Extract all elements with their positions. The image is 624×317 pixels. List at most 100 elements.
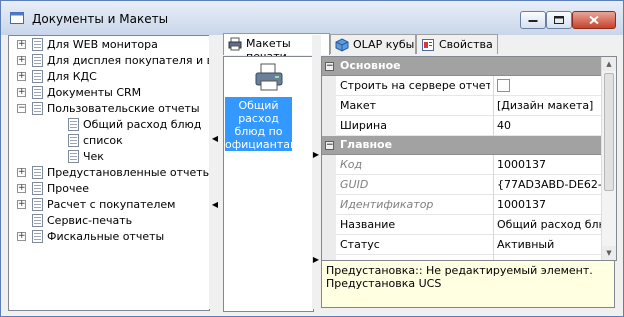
property-grid[interactable]: − Основное Строить на сервере отчетов Ма… bbox=[321, 56, 617, 261]
row-gutter bbox=[322, 195, 336, 215]
property-value[interactable]: {77AD3ABD-DE62-4 bbox=[497, 178, 601, 191]
document-icon bbox=[32, 198, 43, 211]
tree-item-label: Общий расход блюд bbox=[83, 118, 202, 131]
expand-left-arrow-icon[interactable]: ◀ bbox=[210, 200, 220, 209]
tree-item[interactable]: Чек bbox=[9, 149, 209, 165]
tree-item[interactable]: + Для КДС bbox=[9, 69, 209, 85]
document-icon bbox=[32, 54, 43, 67]
left-splitter[interactable]: ◀ ◀ bbox=[209, 35, 221, 309]
property-name: GUID bbox=[340, 178, 369, 191]
description-line-2: Предустановка UCS bbox=[326, 277, 442, 290]
maximize-icon bbox=[554, 16, 564, 24]
tree-item[interactable]: + Расчет с покупателем bbox=[9, 197, 209, 213]
expand-icon[interactable]: + bbox=[17, 184, 26, 193]
tree-item[interactable]: + Прочее bbox=[9, 181, 209, 197]
property-name: Статус bbox=[340, 238, 380, 251]
document-icon bbox=[32, 214, 43, 227]
close-button[interactable] bbox=[572, 11, 616, 29]
maximize-button[interactable] bbox=[546, 11, 572, 29]
property-row-code[interactable]: Код 1000137 bbox=[322, 155, 601, 175]
row-gutter bbox=[322, 96, 336, 116]
property-value[interactable]: Общий расход блю bbox=[497, 218, 601, 231]
property-value[interactable]: 40 bbox=[497, 119, 601, 132]
scroll-thumb[interactable] bbox=[604, 73, 614, 191]
category-general[interactable]: − Главное bbox=[322, 136, 601, 155]
tab-properties-label: Свойства bbox=[439, 38, 493, 51]
category-collapse-icon[interactable]: − bbox=[325, 141, 334, 150]
printer-large-icon bbox=[255, 63, 283, 91]
category-collapse-icon[interactable]: − bbox=[325, 62, 334, 71]
document-icon bbox=[68, 150, 79, 163]
properties-icon bbox=[422, 39, 434, 51]
property-row-build-on-server[interactable]: Строить на сервере отчетов bbox=[322, 76, 601, 96]
tree-item[interactable]: + Для WEB монитора bbox=[9, 37, 209, 53]
tree-item[interactable]: + Документы CRM bbox=[9, 85, 209, 101]
property-row-identifier[interactable]: Идентификатор 1000137 bbox=[322, 195, 601, 215]
column-divider[interactable] bbox=[493, 116, 494, 136]
expand-icon[interactable]: + bbox=[17, 56, 26, 65]
right-splitter[interactable]: ▶ ▶ bbox=[312, 35, 321, 309]
document-icon bbox=[32, 86, 43, 99]
document-tree[interactable]: + Для WEB монитора + Для дисплея покупателя… bbox=[8, 35, 210, 311]
property-row-layout[interactable]: Макет [Дизайн макета] bbox=[322, 96, 601, 116]
document-icon bbox=[32, 230, 43, 243]
report-layout-item[interactable]: Общий расход блюд по официантам bbox=[225, 59, 311, 153]
layout-catalog[interactable]: Общий расход блюд по официантам bbox=[223, 56, 314, 312]
property-value[interactable]: 1000137 bbox=[497, 158, 601, 171]
expand-icon[interactable]: + bbox=[17, 200, 26, 209]
tree-item[interactable]: + Фискальные отчеты bbox=[9, 229, 209, 245]
property-grid-scrollbar[interactable]: ▲ ▼ bbox=[601, 57, 616, 260]
tree-item[interactable]: + Для дисплея покупателя и вид bbox=[9, 53, 209, 69]
property-value[interactable]: [Дизайн макета] bbox=[497, 99, 601, 112]
property-name: Макет bbox=[340, 99, 377, 112]
column-divider[interactable] bbox=[493, 195, 494, 215]
expand-icon[interactable]: + bbox=[17, 168, 26, 177]
column-divider[interactable] bbox=[493, 96, 494, 116]
minimize-button[interactable] bbox=[520, 11, 546, 29]
tree-item[interactable]: + Предустановленные отчеты bbox=[9, 165, 209, 181]
tree-item-label: список bbox=[83, 134, 123, 147]
cube-icon bbox=[335, 38, 349, 52]
main-window: Документы и Макеты + Для WEB монитора + Для… bbox=[0, 0, 624, 317]
column-divider[interactable] bbox=[493, 155, 494, 175]
tree-item-label: Пользовательские отчеты bbox=[47, 102, 200, 115]
property-name: Код bbox=[340, 158, 363, 171]
property-name: Название bbox=[340, 218, 396, 231]
tab-bar: Макеты печати OLAP кубы Свойства bbox=[223, 33, 615, 63]
collapse-right-arrow-icon[interactable]: ▶ bbox=[311, 150, 321, 159]
tree-item-label: Чек bbox=[83, 150, 104, 163]
property-value[interactable]: 1000137 bbox=[497, 198, 601, 211]
scroll-up-icon[interactable]: ▲ bbox=[602, 57, 616, 71]
property-row-title[interactable]: Название Общий расход блю bbox=[322, 215, 601, 235]
scroll-down-icon[interactable]: ▼ bbox=[602, 246, 616, 260]
expand-icon[interactable]: + bbox=[17, 40, 26, 49]
document-icon bbox=[32, 182, 43, 195]
column-divider[interactable] bbox=[493, 215, 494, 235]
tree-item[interactable]: Общий расход блюд bbox=[9, 117, 209, 133]
build-on-server-checkbox[interactable] bbox=[497, 79, 510, 92]
tab-olap-cubes[interactable]: OLAP кубы bbox=[330, 34, 416, 54]
expand-icon[interactable]: + bbox=[17, 72, 26, 81]
title-bar[interactable]: Документы и Макеты bbox=[1, 1, 623, 35]
tree-item[interactable]: список bbox=[9, 133, 209, 149]
property-name: Идентификатор bbox=[340, 198, 434, 211]
expand-right-arrow-icon[interactable]: ▶ bbox=[311, 255, 321, 264]
window-title: Документы и Макеты bbox=[32, 12, 169, 26]
category-main[interactable]: − Основное bbox=[322, 57, 601, 76]
column-divider[interactable] bbox=[493, 76, 494, 96]
tree-item[interactable]: Сервис-печать bbox=[9, 213, 209, 229]
property-value[interactable]: Активный bbox=[497, 238, 601, 251]
property-row-status[interactable]: Статус Активный bbox=[322, 235, 601, 255]
property-row-guid[interactable]: GUID {77AD3ABD-DE62-4 bbox=[322, 175, 601, 195]
property-row-width[interactable]: Ширина 40 bbox=[322, 116, 601, 136]
column-divider[interactable] bbox=[493, 175, 494, 195]
tab-properties[interactable]: Свойства bbox=[416, 34, 498, 54]
collapse-left-arrow-icon[interactable]: ◀ bbox=[210, 134, 220, 143]
tree-item[interactable]: − Пользовательские отчеты bbox=[9, 101, 209, 117]
expand-icon[interactable]: + bbox=[17, 88, 26, 97]
expand-icon[interactable]: + bbox=[17, 232, 26, 241]
row-gutter bbox=[322, 76, 336, 96]
column-divider[interactable] bbox=[493, 235, 494, 255]
collapse-icon[interactable]: − bbox=[17, 104, 26, 113]
report-layout-caption: Общий расход блюд по официантам bbox=[225, 97, 299, 151]
